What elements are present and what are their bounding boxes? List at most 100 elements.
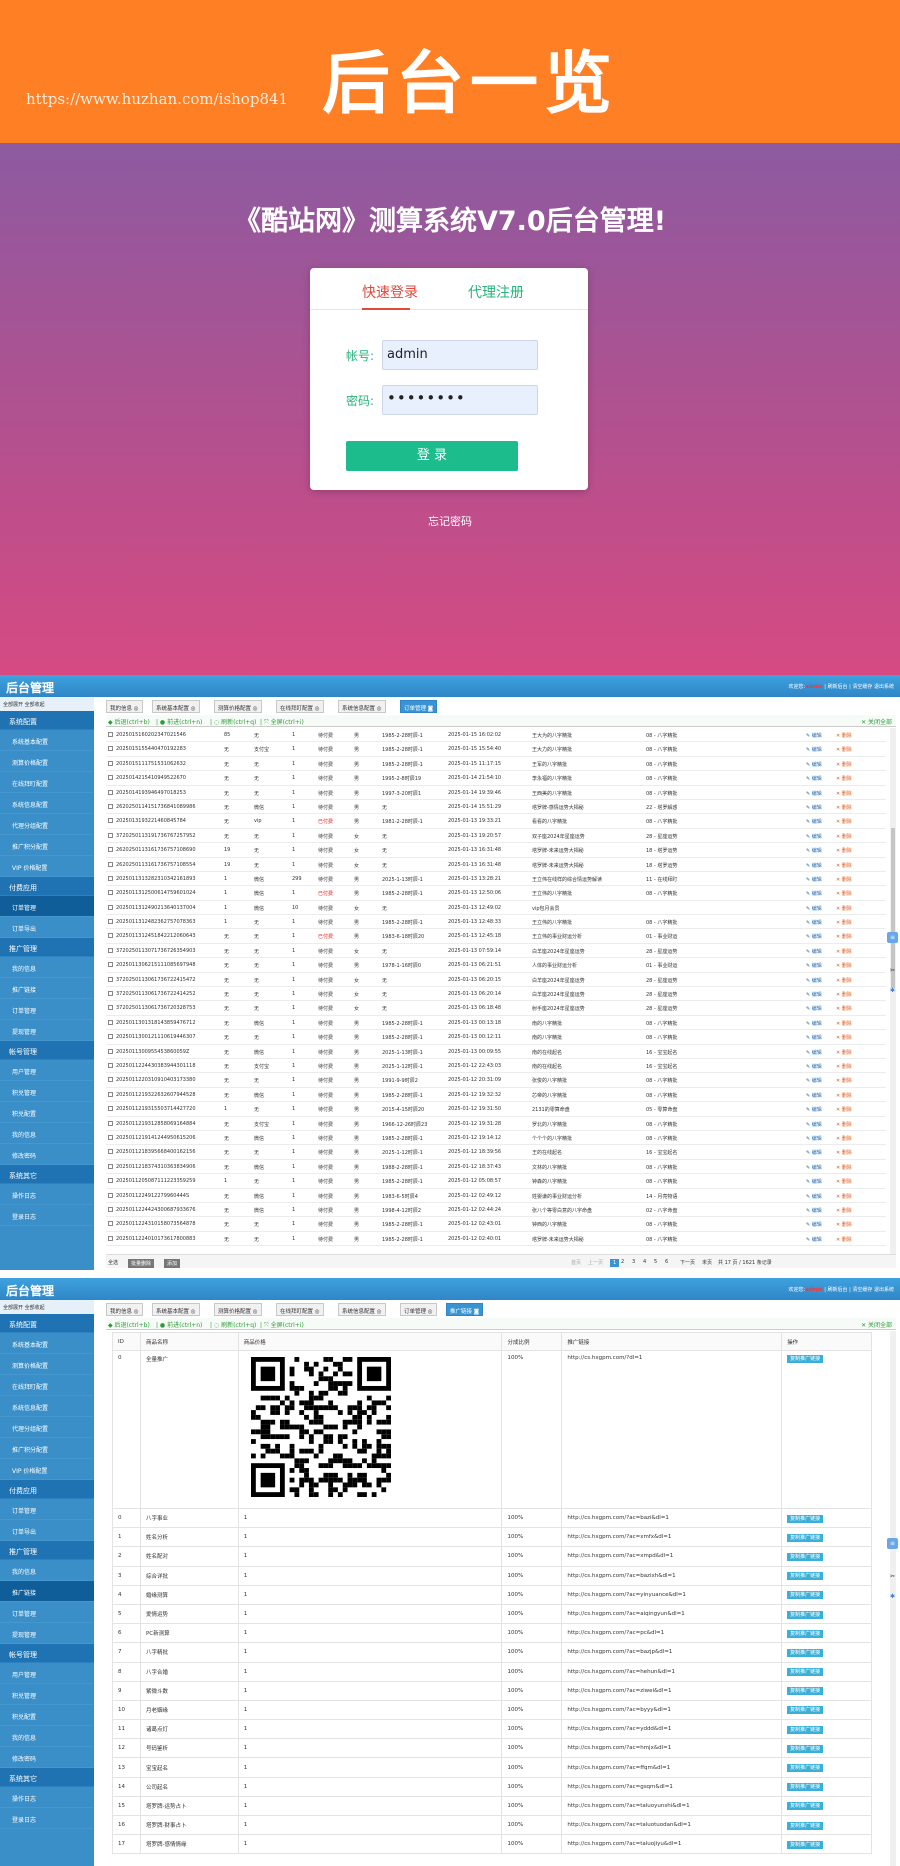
- edit-link[interactable]: ✎ 编辑: [806, 1236, 822, 1243]
- row-checkbox[interactable]: [108, 890, 113, 896]
- edit-link[interactable]: ✎ 编辑: [806, 804, 822, 811]
- sidebar-item[interactable]: 登录日志: [0, 1808, 94, 1829]
- toolbar-button[interactable]: | ◌ 刷新(ctrl+q): [210, 717, 256, 726]
- sidebar-item[interactable]: 积兑配置: [0, 1102, 94, 1123]
- page-tab[interactable]: 推广链接 ◙: [446, 1303, 484, 1316]
- float-tool-icon[interactable]: ≡: [887, 1538, 898, 1549]
- batch-delete-button[interactable]: 批量删除: [128, 1259, 155, 1268]
- close-all-tabs[interactable]: ✕ 关闭全部: [861, 1320, 892, 1329]
- table-row[interactable]: 3720250113061736722414252 无 无 1 待付费 女 无 2025-01…: [106, 987, 886, 1002]
- delete-link[interactable]: ✕ 删除: [836, 1005, 852, 1012]
- sidebar-item[interactable]: 修改密码: [0, 1747, 94, 1768]
- delete-link[interactable]: ✕ 删除: [836, 1149, 852, 1156]
- row-checkbox[interactable]: [108, 947, 113, 953]
- login-button[interactable]: 登 录: [346, 441, 518, 471]
- refresh-links[interactable]: | 刷新后台 | 清空缓存: [824, 1287, 872, 1293]
- delete-link[interactable]: ✕ 删除: [836, 1049, 852, 1056]
- edit-link[interactable]: ✎ 编辑: [806, 761, 822, 768]
- row-checkbox[interactable]: [108, 1206, 113, 1212]
- toolbar-button[interactable]: | ◌ 刷新(ctrl+q): [210, 1320, 256, 1329]
- table-row[interactable]: 2025011218395668400162156 无 无 1 待付费 男 2025-1-1…: [106, 1145, 886, 1160]
- float-tool-icon[interactable]: ✂: [887, 965, 898, 976]
- delete-link[interactable]: ✕ 删除: [836, 876, 852, 883]
- select-all[interactable]: 全选: [108, 1259, 118, 1266]
- page-tab[interactable]: 我的信息 ◎: [106, 700, 143, 713]
- delete-link[interactable]: ✕ 删除: [836, 732, 852, 739]
- table-row[interactable]: 2025011220310910403173380 无 无 1 待付费 男 1991-9-9…: [106, 1073, 886, 1088]
- edit-link[interactable]: ✎ 编辑: [806, 962, 822, 969]
- delete-link[interactable]: ✕ 删除: [836, 962, 852, 969]
- table-row[interactable]: 2025011306215111085697948 无 无 1 待付费 男 1978-1-1…: [106, 958, 886, 973]
- edit-link[interactable]: ✎ 编辑: [806, 1178, 822, 1185]
- edit-link[interactable]: ✎ 编辑: [806, 1092, 822, 1099]
- sidebar-section[interactable]: 付费应用: [0, 1480, 94, 1499]
- delete-link[interactable]: ✕ 删除: [836, 833, 852, 840]
- edit-link[interactable]: ✎ 编辑: [806, 732, 822, 739]
- table-row[interactable]: 2620250113161736757108690 19 无 1 待付费 女 无 2025-0…: [106, 843, 886, 858]
- edit-link[interactable]: ✎ 编辑: [806, 1034, 822, 1041]
- table-row[interactable]: 2620250113161736757108554 19 无 1 待付费 女 无 2025-0…: [106, 858, 886, 872]
- edit-link[interactable]: ✎ 编辑: [806, 862, 822, 869]
- row-checkbox[interactable]: [108, 1005, 113, 1011]
- row-checkbox[interactable]: [108, 1235, 113, 1241]
- sidebar-item[interactable]: 操作日志: [0, 1787, 94, 1808]
- page-number[interactable]: 5: [654, 1259, 657, 1265]
- page-tab[interactable]: 系统基本配置 ◎: [152, 1303, 200, 1316]
- page-number[interactable]: 3: [632, 1259, 635, 1265]
- copy-link-button[interactable]: 复制推广链接: [787, 1629, 824, 1638]
- edit-link[interactable]: ✎ 编辑: [806, 905, 822, 912]
- copy-link-button[interactable]: 复制推广链接: [787, 1552, 824, 1561]
- delete-link[interactable]: ✕ 删除: [836, 948, 852, 955]
- sidebar-item[interactable]: 系统基本配置: [0, 730, 94, 751]
- delete-link[interactable]: ✕ 删除: [836, 804, 852, 811]
- row-checkbox[interactable]: [108, 919, 113, 925]
- copy-link-button[interactable]: 复制推广链接: [787, 1706, 824, 1715]
- delete-link[interactable]: ✕ 删除: [836, 919, 852, 926]
- table-row[interactable]: 2025011219322632607944528 无 微信 1 待付费 男 1985-2-…: [106, 1088, 886, 1103]
- table-row[interactable]: 2025011312451842212060643 无 无 1 已付费 男 1983-6-1…: [106, 929, 886, 944]
- copy-link-button[interactable]: 复制推广链接: [787, 1744, 824, 1753]
- delete-link[interactable]: ✕ 删除: [836, 1063, 852, 1070]
- sidebar-section[interactable]: 系统其它: [0, 1768, 94, 1787]
- table-row[interactable]: 2025011312500614759601024 1 微信 1 已付费 男 1985-2-…: [106, 886, 886, 901]
- table-row[interactable]: 2025011218374310363834906 无 微信 1 待付费 男 1988-2-…: [106, 1160, 886, 1175]
- edit-link[interactable]: ✎ 编辑: [806, 1149, 822, 1156]
- delete-link[interactable]: ✕ 删除: [836, 1106, 852, 1113]
- table-row[interactable]: 2025011312490213640137004 1 微信 10 待付费 女 无 2025-…: [106, 901, 886, 916]
- float-tool-icon[interactable]: ✱: [887, 1591, 898, 1602]
- delete-link[interactable]: ✕ 删除: [836, 890, 852, 897]
- copy-link-button[interactable]: 复制推广链接: [787, 1802, 824, 1811]
- last-page[interactable]: 末页: [702, 1259, 712, 1266]
- sidebar-item[interactable]: 用户管理: [0, 1060, 94, 1081]
- sidebar-expand-collapse[interactable]: 全部展开 全部收起: [0, 697, 94, 711]
- sidebar-item[interactable]: 订单管理: [0, 1602, 94, 1623]
- delete-link[interactable]: ✕ 删除: [836, 1121, 852, 1128]
- table-row[interactable]: 2025015111751531062632 无 无 1 待付费 男 1985-2-28时辰…: [106, 757, 886, 772]
- sidebar-item[interactable]: VIP 价格配置: [0, 856, 94, 877]
- row-checkbox[interactable]: [108, 962, 113, 968]
- edit-link[interactable]: ✎ 编辑: [806, 876, 822, 883]
- tab-agent-register[interactable]: 代理注册: [468, 282, 524, 302]
- row-checkbox[interactable]: [108, 1178, 113, 1184]
- edit-link[interactable]: ✎ 编辑: [806, 818, 822, 825]
- table-row[interactable]: 2025011300121110619446307 无 无 1 待付费 男 1985-2-2…: [106, 1030, 886, 1045]
- row-checkbox[interactable]: [108, 1048, 113, 1054]
- row-checkbox[interactable]: [108, 1062, 113, 1068]
- sidebar-section[interactable]: 推广管理: [0, 938, 94, 957]
- edit-link[interactable]: ✎ 编辑: [806, 746, 822, 753]
- copy-link-button[interactable]: 复制推广链接: [787, 1783, 824, 1792]
- page-tab[interactable]: 在线拜盯配置 ◎: [276, 1303, 324, 1316]
- sidebar-section[interactable]: 系统配置: [0, 711, 94, 730]
- page-tab[interactable]: 系统信息配置 ◎: [338, 700, 386, 713]
- edit-link[interactable]: ✎ 编辑: [806, 1063, 822, 1070]
- page-tab[interactable]: 订单管理 ◎: [400, 1303, 437, 1316]
- prev-page[interactable]: 上一页: [588, 1259, 603, 1266]
- delete-link[interactable]: ✕ 删除: [836, 847, 852, 854]
- sidebar-item[interactable]: 登录日志: [0, 1205, 94, 1226]
- sidebar-item[interactable]: 我的信息: [0, 1123, 94, 1144]
- sidebar-item[interactable]: 订单导出: [0, 917, 94, 938]
- edit-link[interactable]: ✎ 编辑: [806, 847, 822, 854]
- table-row[interactable]: 3720250113071736726354903 无 无 1 待付费 女 无 2025-01…: [106, 944, 886, 959]
- delete-link[interactable]: ✕ 删除: [836, 1193, 852, 1200]
- table-row[interactable]: 2025011224424300687933676 无 微信 1 待付费 男 1998-4-…: [106, 1203, 886, 1218]
